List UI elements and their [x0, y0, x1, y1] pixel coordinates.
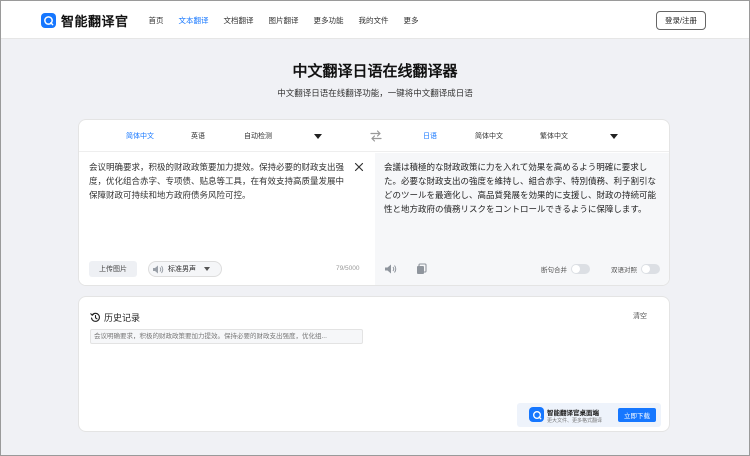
- translation-output: 会議は積極的な財政政策に力を入れて効果を高めるよう明確に要求した。必要な財政支出…: [384, 162, 657, 214]
- brand-name: 智能翻译官: [61, 14, 129, 29]
- nav-more[interactable]: 更多: [404, 15, 419, 26]
- upload-image-button[interactable]: 上传图片: [89, 261, 137, 277]
- target-lang-simplified-chinese[interactable]: 简体中文: [475, 131, 503, 141]
- source-pane: 会议明确要求，积极的财政政策要加力提效。保持必要的财政支出强度，优化组合赤字、专…: [79, 153, 375, 285]
- source-lang-auto-detect[interactable]: 自动检测: [244, 131, 272, 141]
- brand-logo[interactable]: 智能翻译官: [41, 11, 129, 30]
- logo-icon: [41, 13, 56, 28]
- nav-document-translate[interactable]: 文档翻译: [224, 15, 254, 26]
- bilingual-toggle[interactable]: 双语对照: [611, 264, 660, 274]
- character-count: 79/5000: [336, 265, 360, 272]
- source-lang-simplified-chinese[interactable]: 简体中文: [126, 131, 154, 141]
- bilingual-switch[interactable]: [641, 264, 660, 274]
- bilingual-label: 双语对照: [611, 267, 637, 274]
- history-item[interactable]: 会议明确要求，积极的财政政策要加力提效。保持必要的财政支出强度，优化组...: [90, 329, 363, 344]
- page-title: 中文翻译日语在线翻译器: [292, 63, 458, 80]
- history-icon: [90, 312, 100, 322]
- translator-card: 简体中文 英语 自动检测 日语 简体中文 繁体中文 会议明确要求，积极的财政政策…: [78, 119, 670, 286]
- copy-icon[interactable]: [416, 263, 427, 275]
- target-lang-traditional-chinese[interactable]: 繁体中文: [540, 131, 568, 141]
- promo-title: 智能翻译官桌面端: [547, 410, 599, 417]
- login-register-button[interactable]: 登录/注册: [656, 11, 706, 30]
- sentence-merge-toggle[interactable]: 断句合并: [541, 264, 590, 274]
- nav-image-translate[interactable]: 图片翻译: [269, 15, 299, 26]
- top-navbar: 智能翻译官 首页 文本翻译 文档翻译 图片翻译 更多功能 我的文件 更多 登录/…: [1, 1, 749, 39]
- language-bar: 简体中文 英语 自动检测 日语 简体中文 繁体中文: [79, 120, 669, 152]
- speaker-icon: [153, 265, 164, 273]
- history-title: 历史记录: [104, 313, 141, 323]
- nav-my-files[interactable]: 我的文件: [359, 15, 389, 26]
- voice-select-label: 标准男声: [168, 266, 196, 273]
- speaker-icon[interactable]: [384, 263, 397, 275]
- voice-select[interactable]: 标准男声: [148, 261, 222, 277]
- clear-text-icon[interactable]: [354, 162, 364, 172]
- target-lang-dropdown-icon[interactable]: [610, 134, 618, 139]
- sentence-merge-switch[interactable]: [571, 264, 590, 274]
- desktop-app-promo: 智能翻译官桌面端 更大文件、更多格式翻译 立即下载: [517, 403, 661, 427]
- source-text-input[interactable]: 会议明确要求，积极的财政政策要加力提效。保持必要的财政支出强度，优化组合赤字、专…: [89, 160, 351, 202]
- nav-home[interactable]: 首页: [149, 15, 164, 26]
- main-nav: 首页 文本翻译 文档翻译 图片翻译 更多功能 我的文件 更多: [141, 1, 426, 39]
- page-subtitle: 中文翻译日语在线翻译功能，一键将中文翻译成日语: [277, 88, 473, 98]
- nav-more-features[interactable]: 更多功能: [314, 15, 344, 26]
- sentence-merge-label: 断句合并: [541, 267, 567, 274]
- history-card: 历史记录 清空 会议明确要求，积极的财政政策要加力提效。保持必要的财政支出强度，…: [78, 296, 670, 432]
- nav-text-translate[interactable]: 文本翻译: [179, 15, 209, 26]
- download-button[interactable]: 立即下载: [618, 408, 656, 422]
- source-lang-dropdown-icon[interactable]: [314, 134, 322, 139]
- chevron-down-icon: [204, 267, 210, 271]
- clear-history-button[interactable]: 清空: [633, 311, 647, 321]
- swap-languages-icon[interactable]: [369, 129, 383, 143]
- target-lang-japanese[interactable]: 日语: [423, 131, 437, 141]
- source-lang-english[interactable]: 英语: [191, 131, 205, 141]
- promo-subtitle: 更大文件、更多格式翻译: [547, 418, 603, 424]
- target-pane: 会議は積極的な財政政策に力を入れて効果を高めるよう明確に要求した。必要な財政支出…: [375, 153, 669, 285]
- history-header: 历史记录: [90, 311, 140, 324]
- app-logo-icon: [529, 407, 544, 422]
